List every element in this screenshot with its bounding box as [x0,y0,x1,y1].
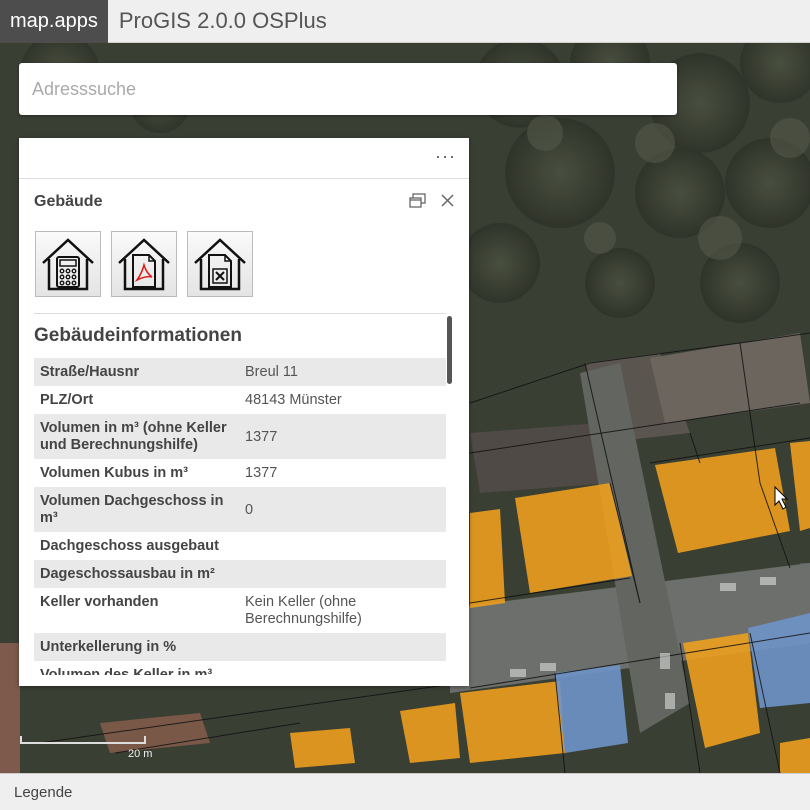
row-value: 48143 Münster [245,392,342,408]
export-pdf-button[interactable] [111,231,177,297]
calculator-house-icon [42,238,94,291]
top-bar: map.apps ProGIS 2.0.0 OSPlus [0,0,810,43]
table-row: PLZ/Ort 48143 Münster [34,386,446,414]
row-label: Dageschossausbau in m² [40,566,215,582]
panel-title: Gebäude [34,193,103,210]
row-value: Breul 11 [245,364,298,380]
more-options-button[interactable]: ··· [435,146,456,167]
row-label: Straße/Hausnr [40,364,140,380]
row-value [239,661,446,675]
table-row: Unterkellerung in % [34,633,446,661]
scrollbar[interactable] [447,316,452,384]
table-row: Keller vorhanden Kein Keller (ohne Berech… [34,588,446,633]
tool-bar [19,225,469,313]
table-row: Volumen Kubus in m³ 1377 [34,459,446,487]
panel-header: Gebäude [19,179,469,225]
excel-house-icon [194,238,246,291]
row-value: Kein Keller (ohne Berechnungshilfe) [245,594,362,627]
row-label: Unterkellerung in % [40,639,177,655]
table-row: Volumen in m³ (ohne Keller und Berechnun… [34,414,446,459]
section-title: Gebäudeinformationen [34,325,242,346]
search-input[interactable] [32,78,677,100]
restore-window-icon[interactable] [409,193,426,208]
calculate-building-button[interactable] [35,231,101,297]
bottom-bar: Legende [0,773,810,810]
row-value: 0 [245,501,254,518]
building-info-section[interactable]: Gebäudeinformationen Straße/Hausnr Breul … [34,313,446,675]
row-value [239,532,446,560]
panel-toolbar: ··· [19,138,469,179]
table-row: Volumen Dachgeschoss in m³ 0 [34,487,446,532]
row-label: Dachgeschoss ausgebaut [40,538,219,554]
close-icon[interactable] [440,193,455,208]
app-title: ProGIS 2.0.0 OSPlus [118,8,327,33]
row-label: Keller vorhanden [40,594,159,610]
legend-button[interactable]: Legende [14,784,72,801]
row-label: Volumen des Keller in m³ [40,667,213,675]
row-label: PLZ/Ort [40,392,94,408]
row-value [239,633,446,661]
row-value: 1377 [245,465,278,481]
table-row: Volumen des Keller in m³ [34,661,446,675]
row-label: Volumen in m³ (ohne Keller und Berechnun… [40,420,227,453]
brand-logo[interactable]: map.apps [0,0,108,43]
row-label: Volumen Kubus in m³ [40,465,188,481]
table-row: Dachgeschoss ausgebaut [34,532,446,560]
table-row: Straße/Hausnr Breul 11 [34,358,446,386]
row-value: 1377 [245,428,278,445]
pdf-house-icon [118,238,170,291]
export-excel-button[interactable] [187,231,253,297]
info-table: Straße/Hausnr Breul 11 PLZ/Ort 48143 Münst… [34,358,446,675]
building-panel: ··· Gebäude Gebäudeinformationen Straße/… [19,138,469,686]
scale-label: 20 m [128,748,153,760]
address-search[interactable] [19,63,677,115]
row-label: Volumen Dachgeschoss in m³ [40,493,224,526]
table-row: Dageschossausbau in m² [34,560,446,588]
row-value [239,560,446,588]
scale-bar [20,736,146,744]
